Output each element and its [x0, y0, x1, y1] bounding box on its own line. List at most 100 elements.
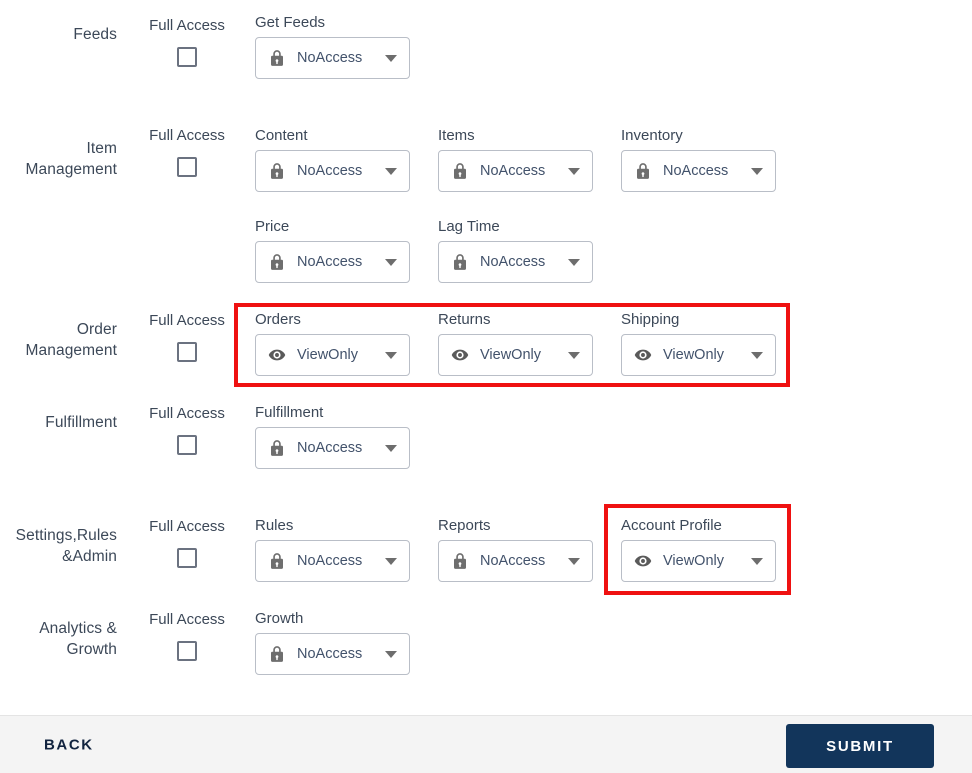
select-value-growth: NoAccess [297, 646, 363, 662]
field-label-reports: Reports [438, 517, 491, 534]
field-label-inventory: Inventory [621, 127, 683, 144]
field-inventory: Inventory NoAccess [621, 127, 776, 192]
select-orders[interactable]: ViewOnly [255, 334, 410, 376]
chevron-down-icon [385, 650, 397, 658]
full-access-checkbox-settings-rules-admin[interactable] [177, 548, 197, 568]
field-reports: Reports NoAccess [438, 517, 593, 582]
field-growth: Growth NoAccess [255, 610, 410, 675]
full-access-label: Full Access [149, 17, 225, 34]
select-value-content: NoAccess [297, 163, 363, 179]
field-label-growth: Growth [255, 610, 304, 627]
full-access-label: Full Access [149, 611, 225, 628]
category-label-order-management: Order Management [25, 321, 117, 359]
full-access-checkbox-item-management[interactable] [177, 157, 197, 177]
full-access-label: Full Access [149, 312, 225, 329]
field-label-price: Price [255, 218, 290, 235]
select-get-feeds[interactable]: NoAccess [255, 37, 410, 79]
lock-icon [454, 254, 466, 270]
chevron-down-icon [385, 557, 397, 565]
field-lag-time: Lag Time NoAccess [438, 218, 593, 283]
field-content: Content NoAccess [255, 127, 410, 192]
field-items: Items NoAccess [438, 127, 593, 192]
category-label-fulfillment: Fulfillment [45, 414, 117, 431]
category-label-item-management: Item Management [25, 140, 117, 178]
select-price[interactable]: NoAccess [255, 241, 410, 283]
select-value-lag-time: NoAccess [480, 254, 546, 270]
submit-button[interactable]: SUBMIT [786, 724, 934, 768]
select-value-orders: ViewOnly [297, 347, 358, 363]
select-value-account-profile: ViewOnly [663, 553, 724, 569]
lock-icon [271, 440, 283, 456]
chevron-down-icon [568, 557, 580, 565]
chevron-down-icon [385, 351, 397, 359]
field-get-feeds: Get Feeds NoAccess [255, 14, 410, 79]
lock-icon [271, 553, 283, 569]
chevron-down-icon [568, 351, 580, 359]
field-label-lag-time: Lag Time [438, 218, 500, 235]
full-access-checkbox-fulfillment[interactable] [177, 435, 197, 455]
field-label-items: Items [438, 127, 475, 144]
full-access-group-feeds: Full Access [146, 16, 228, 72]
select-reports[interactable]: NoAccess [438, 540, 593, 582]
eye-icon [451, 349, 469, 361]
lock-icon [271, 254, 283, 270]
field-label-account-profile: Account Profile [621, 517, 722, 534]
chevron-down-icon [568, 167, 580, 175]
lock-icon [454, 553, 466, 569]
chevron-down-icon [385, 258, 397, 266]
select-value-fulfillment: NoAccess [297, 440, 363, 456]
select-content[interactable]: NoAccess [255, 150, 410, 192]
lock-icon [271, 163, 283, 179]
select-value-rules: NoAccess [297, 553, 363, 569]
form-footer: BACK SUBMIT [0, 715, 972, 773]
select-shipping[interactable]: ViewOnly [621, 334, 776, 376]
field-label-shipping: Shipping [621, 311, 680, 328]
select-rules[interactable]: NoAccess [255, 540, 410, 582]
eye-icon [634, 555, 652, 567]
lock-icon [271, 50, 283, 66]
field-orders: Orders ViewOnly [255, 311, 410, 376]
select-value-shipping: ViewOnly [663, 347, 724, 363]
field-price: Price NoAccess [255, 218, 410, 283]
field-account-profile: Account Profile ViewOnly [621, 517, 776, 582]
select-fulfillment[interactable]: NoAccess [255, 427, 410, 469]
full-access-group-fulfillment: Full Access [146, 404, 228, 460]
field-label-returns: Returns [438, 311, 491, 328]
lock-icon [271, 646, 283, 662]
eye-icon [268, 349, 286, 361]
lock-icon [637, 163, 649, 179]
full-access-checkbox-analytics-growth[interactable] [177, 641, 197, 661]
full-access-checkbox-feeds[interactable] [177, 47, 197, 67]
select-value-items: NoAccess [480, 163, 546, 179]
field-label-fulfillment: Fulfillment [255, 404, 324, 421]
chevron-down-icon [751, 351, 763, 359]
permissions-form-page: Feeds Full Access Get Feeds NoAccess Ite… [0, 0, 972, 773]
eye-icon [634, 349, 652, 361]
select-value-inventory: NoAccess [663, 163, 729, 179]
select-growth[interactable]: NoAccess [255, 633, 410, 675]
full-access-group-item-management: Full Access [146, 126, 228, 182]
full-access-label: Full Access [149, 127, 225, 144]
category-label-feeds: Feeds [73, 26, 117, 43]
chevron-down-icon [568, 258, 580, 266]
full-access-checkbox-order-management[interactable] [177, 342, 197, 362]
field-label-orders: Orders [255, 311, 301, 328]
select-value-reports: NoAccess [480, 553, 546, 569]
field-shipping: Shipping ViewOnly [621, 311, 776, 376]
field-returns: Returns ViewOnly [438, 311, 593, 376]
full-access-label: Full Access [149, 518, 225, 535]
back-button[interactable]: BACK [44, 736, 94, 753]
select-value-price: NoAccess [297, 254, 363, 270]
select-account-profile[interactable]: ViewOnly [621, 540, 776, 582]
chevron-down-icon [751, 557, 763, 565]
select-returns[interactable]: ViewOnly [438, 334, 593, 376]
category-label-settings-rules-admin: Settings,Rules &Admin [15, 527, 117, 565]
select-inventory[interactable]: NoAccess [621, 150, 776, 192]
chevron-down-icon [385, 444, 397, 452]
field-label-content: Content [255, 127, 308, 144]
select-lag-time[interactable]: NoAccess [438, 241, 593, 283]
full-access-group-analytics-growth: Full Access [146, 610, 228, 666]
select-items[interactable]: NoAccess [438, 150, 593, 192]
select-value-get-feeds: NoAccess [297, 50, 363, 66]
field-label-get-feeds: Get Feeds [255, 14, 326, 31]
